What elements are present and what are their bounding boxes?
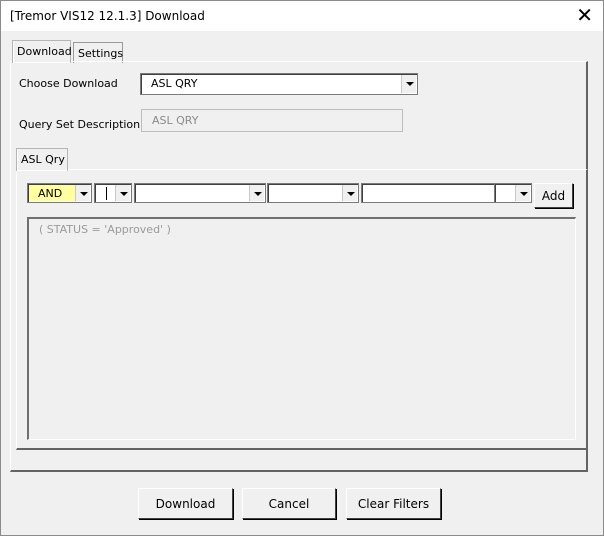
bracket-select[interactable] [94,183,132,203]
value-select[interactable] [494,183,532,203]
add-filter-label: Add [541,189,566,203]
window-title: [Tremor VIS12 12.1.3] Download [10,9,205,23]
query-display: ( STATUS = 'Approved' ) [27,217,576,440]
title-bar: [Tremor VIS12 12.1.3] Download ✕ [1,1,603,31]
tab-settings[interactable]: Settings [73,42,123,63]
clear-filters-button-label: Clear Filters [357,497,430,511]
chevron-down-icon[interactable] [342,185,357,201]
choose-download-label: Choose Download [19,77,118,90]
chevron-down-icon[interactable] [115,185,130,201]
chevron-down-icon[interactable] [401,75,416,93]
query-text: ( STATUS = 'Approved' ) [39,223,171,236]
choose-download-select[interactable]: ASL QRY [140,73,418,95]
download-button[interactable]: Download [138,488,233,519]
close-icon[interactable]: ✕ [576,4,593,26]
query-set-description-value: ASL QRY [152,114,199,127]
add-filter-button[interactable]: Add [534,183,573,208]
filter-value-input[interactable] [361,183,495,203]
download-button-label: Download [155,497,216,511]
download-dialog: [Tremor VIS12 12.1.3] Download ✕ Downloa… [0,0,604,536]
text-caret [106,187,107,200]
choose-download-value: ASL QRY [151,77,198,90]
chevron-down-icon[interactable] [75,185,90,201]
tab-asl-qry[interactable]: ASL Qry [16,148,68,171]
query-set-description-label: Query Set Description [19,118,141,131]
logic-operator-value: AND [29,185,75,201]
chevron-down-icon[interactable] [249,185,264,201]
tab-settings-label: Settings [78,47,124,60]
clear-filters-button[interactable]: Clear Filters [346,488,441,519]
cancel-button-label: Cancel [268,497,310,511]
tab-download-label: Download [17,45,72,58]
query-set-description-field: ASL QRY [141,109,403,132]
logic-operator-select[interactable]: AND [27,183,92,203]
tab-download[interactable]: Download [12,40,72,63]
tab-asl-qry-label: ASL Qry [21,153,65,166]
field-select[interactable] [134,183,266,203]
chevron-down-icon[interactable] [515,185,530,201]
condition-select[interactable] [267,183,359,203]
cancel-button[interactable]: Cancel [242,488,336,519]
